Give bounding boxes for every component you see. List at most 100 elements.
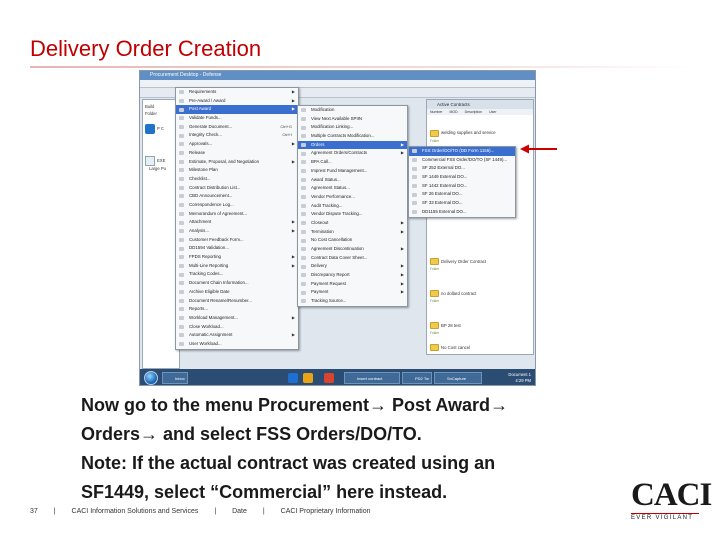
folder-icon[interactable] xyxy=(430,258,439,265)
document-icon[interactable] xyxy=(145,156,155,166)
instructions: Now go to the menu Procurement→ Post Awa… xyxy=(81,391,601,507)
menu-item[interactable]: Imprest Fund Management... xyxy=(298,167,407,176)
left-pane-item[interactable]: Build xyxy=(145,104,154,109)
menu-item[interactable]: Estimate, Proposal, and Negotiation ▶ xyxy=(176,158,298,167)
menu-item[interactable]: No Cost Cancellation xyxy=(298,236,407,245)
taskbar-app[interactable]: PD2 Tw xyxy=(402,372,432,384)
menu-item[interactable]: Modification Linking... xyxy=(298,123,407,132)
menu-item[interactable]: Contract Distribution List... xyxy=(176,184,298,193)
menu-item[interactable]: Multiple Contracts Modification... xyxy=(298,132,407,141)
menu-item[interactable]: Analysis... ▶ xyxy=(176,227,298,236)
menu-item[interactable]: Payment Request ▶ xyxy=(298,280,407,289)
menu-item[interactable]: DD1594 Validation... xyxy=(176,244,298,253)
folder-label[interactable]: no dollard contract xyxy=(441,291,476,296)
menu-item-icon xyxy=(179,263,184,268)
menu-item[interactable]: Payment ▶ xyxy=(298,288,407,297)
folder-icon[interactable] xyxy=(303,373,313,383)
menu-item[interactable]: SF 1442 External DO... xyxy=(409,182,515,191)
menu-item[interactable]: Vendor Dispute Tracking... xyxy=(298,210,407,219)
menu-item[interactable]: Attachment ▶ xyxy=(176,218,298,227)
menu-item[interactable]: Orders ▶ xyxy=(298,140,407,150)
folder-label[interactable]: welding supplies and service xyxy=(441,130,496,135)
menu-item[interactable]: Workload Management... ▶ xyxy=(176,314,298,323)
left-pane-item[interactable]: EXE xyxy=(157,158,165,163)
menu-item[interactable]: Requirements ▶ xyxy=(176,88,298,97)
menu-item[interactable]: Correspondence Log... xyxy=(176,201,298,210)
footer-separator: | xyxy=(262,508,265,515)
menu-item[interactable]: CBD Announcement... xyxy=(176,192,298,201)
menu-item[interactable]: Agreement Status... xyxy=(298,184,407,193)
menu-item[interactable]: SF 26 External DO... xyxy=(409,190,515,199)
menu-item[interactable]: View Next Available SPIIN xyxy=(298,115,407,124)
menu-item[interactable]: Award Status... xyxy=(298,176,407,185)
menu-item[interactable]: User Workload... xyxy=(176,340,298,349)
menu-item[interactable]: Contract Data Cover Sheet... xyxy=(298,254,407,263)
menu-item[interactable]: SF 33 External DO... xyxy=(409,199,515,208)
menu-item[interactable]: Vendor Performance... xyxy=(298,193,407,202)
menu-item-icon xyxy=(412,175,417,180)
menu-item[interactable]: Delivery ▶ xyxy=(298,262,407,271)
left-pane-item[interactable]: Folder xyxy=(145,111,157,116)
menu-item[interactable]: Post Award ▶ xyxy=(176,105,298,115)
folder-label[interactable]: BP 28 test xyxy=(441,323,461,328)
menu-item[interactable]: Generate Document... Ctrl+G xyxy=(176,123,298,132)
clock-line: 4:29 PM xyxy=(515,378,531,383)
desktop-icon[interactable] xyxy=(145,124,155,134)
menu-item-label: Discrepancy Report xyxy=(311,272,350,278)
column-header[interactable]: Description xyxy=(462,109,486,115)
column-header[interactable]: Number xyxy=(427,109,445,115)
media-icon[interactable] xyxy=(324,373,334,383)
menu-item[interactable]: Validate Funds... xyxy=(176,114,298,123)
menu-item[interactable]: FPDS Reporting ▶ xyxy=(176,253,298,262)
folder-icon[interactable] xyxy=(430,130,439,137)
left-pane-item[interactable]: Large Pu xyxy=(149,166,166,171)
menu-item[interactable]: Archive Eligible Date xyxy=(176,288,298,297)
left-pane-item[interactable]: P C xyxy=(157,126,164,131)
menu-item[interactable]: BPA Call... xyxy=(298,158,407,167)
menu-item[interactable]: Multi-Line Reporting ▶ xyxy=(176,262,298,271)
taskbar-app[interactable]: Inbox xyxy=(162,372,188,384)
taskbar-app[interactable]: Insert contract xyxy=(344,372,400,384)
menu-item[interactable]: Tracking Codes... xyxy=(176,270,298,279)
menu-item[interactable]: Customer Feedback Form... xyxy=(176,236,298,245)
menu-item-icon xyxy=(179,324,184,329)
menu-item[interactable]: Document Chain Information... xyxy=(176,279,298,288)
menu-item[interactable]: Release xyxy=(176,149,298,158)
start-button-icon[interactable] xyxy=(144,371,158,385)
menu-item[interactable]: Closeout ▶ xyxy=(298,219,407,228)
menu-item[interactable]: SF 1449 External DO... xyxy=(409,173,515,182)
menu-item[interactable]: Agreement Orders/Contracts ▶ xyxy=(298,149,407,158)
column-header[interactable]: User xyxy=(486,109,499,115)
menu-item[interactable]: Integrity Check... Ctrl+I xyxy=(176,131,298,140)
taskbar-app[interactable]: SnCapture xyxy=(434,372,482,384)
column-header[interactable]: MOD xyxy=(446,109,460,115)
ie-icon[interactable] xyxy=(288,373,298,383)
menu-item[interactable]: Commercial FSS Order/DO/TO (SF 1449)... xyxy=(409,156,515,165)
menu-item[interactable]: Close Workload... xyxy=(176,323,298,332)
menu-item[interactable]: Document Rename/Renumber... xyxy=(176,297,298,306)
menu-item[interactable]: Agreement Discontinuation ▶ xyxy=(298,245,407,254)
menu-item-label: Customer Feedback Form... xyxy=(189,236,244,242)
menu-item[interactable]: FSS Order/DO/TO (DD Form 1155)... xyxy=(409,147,515,156)
menu-item[interactable]: Pre-Award / Award ▶ xyxy=(176,97,298,106)
folder-label[interactable]: Delivery Order Contract xyxy=(441,259,486,264)
menu-item[interactable]: Reports... xyxy=(176,305,298,314)
menu-item[interactable]: Modification xyxy=(298,106,407,115)
menu-item[interactable]: Memorandum of Agreement... xyxy=(176,210,298,219)
folder-icon[interactable] xyxy=(430,322,439,329)
folder-icon[interactable] xyxy=(430,344,439,351)
menu-item[interactable]: Checklist... xyxy=(176,175,298,184)
menu-item[interactable]: Termination ▶ xyxy=(298,228,407,237)
menu-item-label: Payment xyxy=(311,289,329,295)
menu-item[interactable]: Approvals... ▶ xyxy=(176,140,298,149)
folder-icon[interactable] xyxy=(430,290,439,297)
submenu-arrow-icon: ▶ xyxy=(291,158,295,164)
menu-item[interactable]: DD1155 External DO... xyxy=(409,208,515,217)
menu-item[interactable]: SF 252 External DO... xyxy=(409,164,515,173)
folder-label[interactable]: No Cost cancel xyxy=(441,345,470,350)
menu-item[interactable]: Milestone Plan xyxy=(176,166,298,175)
menu-item[interactable]: Discrepancy Report ▶ xyxy=(298,271,407,280)
menu-item[interactable]: Automatic Assignment ▶ xyxy=(176,331,298,340)
menu-item[interactable]: Audit Tracking... xyxy=(298,202,407,211)
menu-item[interactable]: Tracking Source... xyxy=(298,297,407,306)
